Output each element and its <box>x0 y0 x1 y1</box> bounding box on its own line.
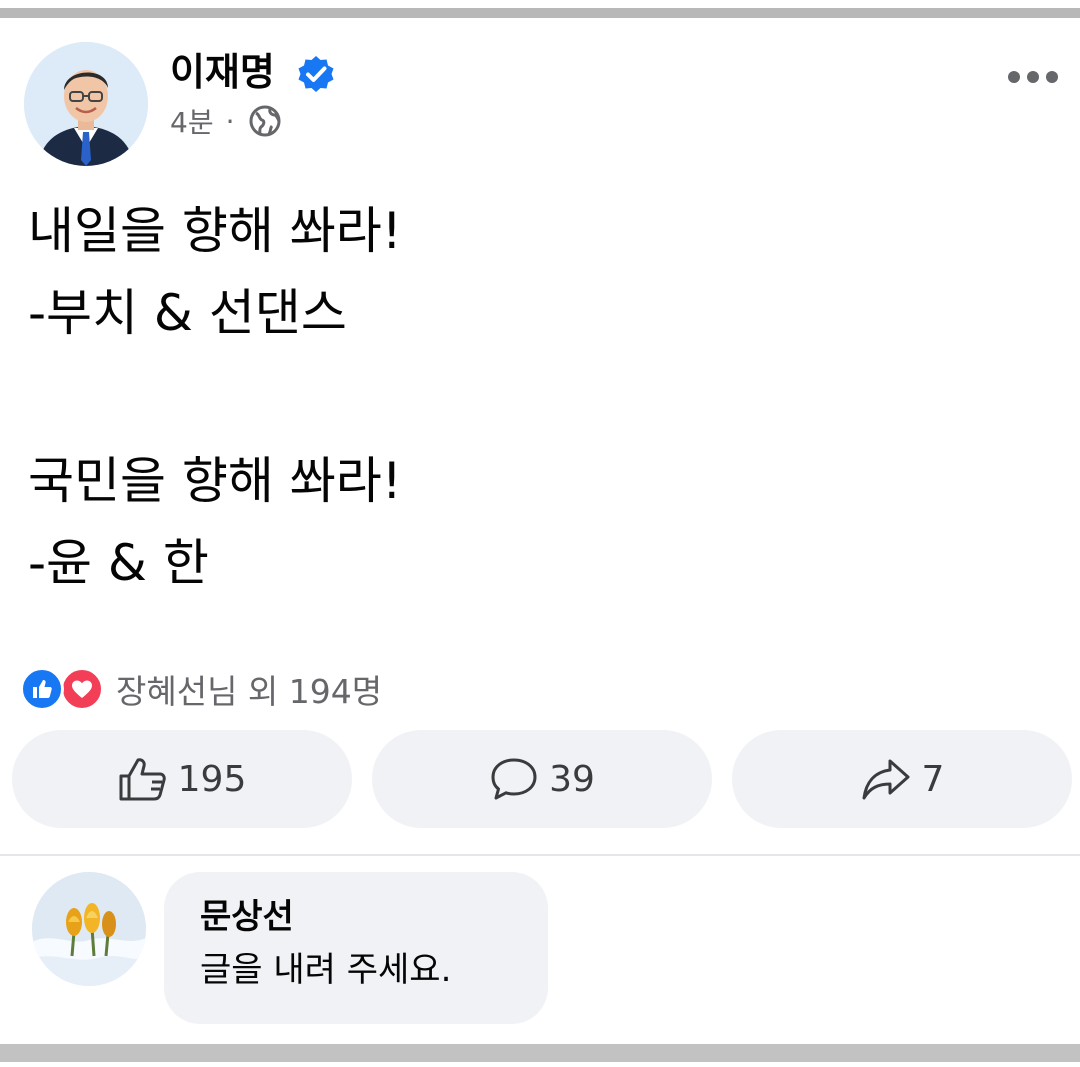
author-name[interactable]: 이재명 <box>170 44 275 100</box>
love-reaction-icon <box>60 667 104 711</box>
globe-icon <box>249 105 281 137</box>
meta-separator: · <box>225 104 235 138</box>
post-timestamp[interactable]: 4분 <box>170 101 214 141</box>
share-icon <box>862 759 910 800</box>
bottom-separator-bar <box>0 1044 1080 1062</box>
commenter-avatar[interactable] <box>32 872 146 986</box>
reactions-summary[interactable]: 장혜선님 외 194명 <box>20 664 382 714</box>
comment-bubble[interactable]: 문상선 글을 내려 주세요. <box>164 872 548 1024</box>
comment-text: 글을 내려 주세요. <box>200 950 452 990</box>
verified-badge-icon <box>298 56 334 92</box>
author-avatar-image <box>24 42 148 166</box>
post-text: 내일을 향해 쏴라! -부치 & 선댄스 국민을 향해 쏴라! -윤 & 한 <box>28 190 402 604</box>
author-avatar[interactable] <box>24 42 148 166</box>
post-text-blank-line <box>28 354 402 440</box>
comments-divider <box>0 854 1080 856</box>
post-text-line: -윤 & 한 <box>28 534 209 592</box>
comment-icon <box>491 758 537 800</box>
post-meta: 4분 · <box>170 100 282 142</box>
like-count: 195 <box>177 758 247 800</box>
post-text-line: 내일을 향해 쏴라! <box>28 202 402 260</box>
post-text-line: 국민을 향해 쏴라! <box>28 452 402 510</box>
share-button[interactable]: 7 <box>732 730 1072 828</box>
thumbs-up-icon <box>119 758 166 801</box>
top-separator-bar <box>0 8 1080 18</box>
post-text-line: -부치 & 선댄스 <box>28 284 347 342</box>
share-count: 7 <box>921 758 945 800</box>
like-reaction-icon <box>20 667 64 711</box>
facebook-post-screen: 이재명 4분 · 내일을 향해 쏴라! -부치 & 선댄스 국민을 향해 쏴라!… <box>0 0 1080 1067</box>
reactions-summary-text: 장혜선님 외 194명 <box>116 672 383 711</box>
comment-count: 39 <box>549 758 595 800</box>
comment-author[interactable]: 문상선 <box>200 892 512 942</box>
like-button[interactable]: 195 <box>12 730 352 828</box>
more-options-icon[interactable] <box>1008 62 1058 92</box>
post-actions: 195 39 7 <box>12 730 1072 828</box>
comment-button[interactable]: 39 <box>372 730 712 828</box>
commenter-avatar-image <box>32 872 146 986</box>
